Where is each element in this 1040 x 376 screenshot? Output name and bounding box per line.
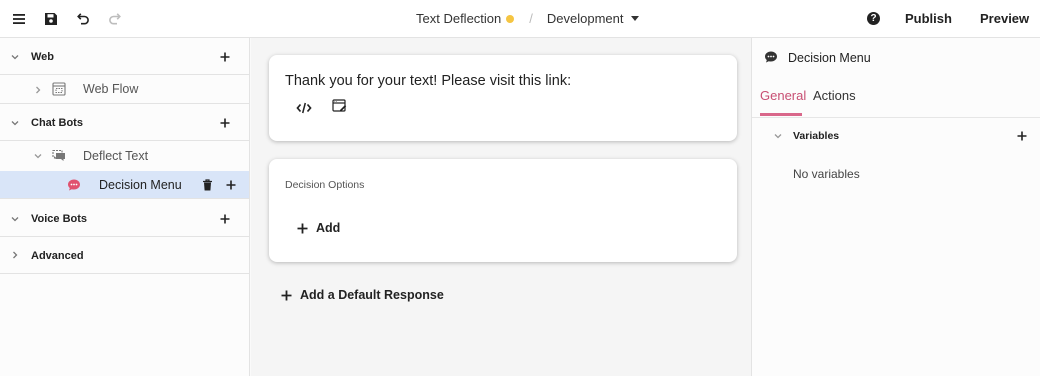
sidebar-group-voice-bots[interactable]: Voice Bots [0,200,249,237]
breadcrumb: Text Deflection / Development [416,11,639,26]
sidebar: Web Web Flow Chat Bots Deflect Text Deci… [0,38,250,376]
add-default-response-button[interactable]: Add a Default Response [281,288,444,302]
sidebar-group-label: Voice Bots [31,213,88,225]
decision-options-label: Decision Options [285,179,365,191]
divider [752,117,1040,118]
chevron-down-icon[interactable] [10,214,20,224]
decision-options-card: Decision Options Add [269,159,737,262]
save-icon[interactable] [42,10,60,28]
plus-icon [297,223,308,233]
flow-name[interactable]: Text Deflection [416,11,501,26]
tab-actions[interactable]: Actions [813,88,856,103]
tab-general[interactable]: General [760,88,806,103]
add-variable-icon[interactable] [1017,131,1027,141]
sidebar-item-web-flow[interactable]: Web Flow [0,75,249,104]
flow-canvas: Thank you for your text! Please visit th… [251,38,751,376]
variables-label: Variables [793,130,840,142]
sidebar-group-web[interactable]: Web [0,38,249,75]
panel-title: Decision Menu [788,51,871,65]
publish-button[interactable]: Publish [905,11,952,26]
chevron-down-icon[interactable] [33,151,43,161]
chevron-down-icon[interactable] [773,131,783,141]
sidebar-item-label: Deflect Text [83,149,149,163]
help-icon[interactable]: ? [867,12,880,25]
chevron-right-icon[interactable] [10,250,20,260]
unsaved-status-dot [506,14,515,23]
sidebar-item-label: Decision Menu [99,178,182,192]
sidebar-item-decision-menu[interactable]: Decision Menu [0,171,249,199]
add-icon[interactable] [220,214,230,224]
undo-icon[interactable] [74,10,92,28]
chevron-right-icon[interactable] [33,85,43,95]
preview-button[interactable]: Preview [980,11,1029,26]
message-card[interactable]: Thank you for your text! Please visit th… [269,55,737,141]
add-default-response-label: Add a Default Response [300,288,444,302]
sidebar-group-chat-bots[interactable]: Chat Bots [0,104,249,141]
add-option-label: Add [316,221,341,235]
flow-icon [52,82,66,96]
message-text[interactable]: Thank you for your text! Please visit th… [285,73,571,89]
code-icon[interactable] [296,101,312,115]
no-variables-text: No variables [793,167,860,181]
sidebar-item-deflect-text[interactable]: Deflect Text [0,141,249,171]
environment-selector[interactable]: Development [547,11,624,26]
sidebar-group-label: Chat Bots [31,117,83,129]
add-icon[interactable] [226,180,236,190]
chevron-down-icon[interactable] [10,52,20,62]
hamburger-icon[interactable] [10,10,28,28]
breadcrumb-separator: / [529,11,533,26]
sidebar-group-label: Advanced [31,250,84,262]
sidebar-item-label: Web Flow [83,82,139,96]
redo-icon[interactable] [106,10,124,28]
chevron-down-icon[interactable] [10,118,20,128]
add-option-button[interactable]: Add [297,221,340,235]
add-icon[interactable] [220,52,230,62]
add-icon[interactable] [220,118,230,128]
properties-panel: Decision Menu General Actions Variables … [751,38,1040,376]
trash-icon[interactable] [202,179,213,191]
sidebar-group-advanced[interactable]: Advanced [0,237,249,274]
chat-icon [765,51,777,63]
chevron-down-icon[interactable] [630,16,639,21]
chat-bot-icon [52,149,65,161]
web-link-icon[interactable] [332,99,347,113]
top-bar: Text Deflection / Development ? Publish … [0,0,1040,38]
active-tab-indicator [760,113,802,116]
decision-menu-icon [68,179,80,191]
plus-icon [281,290,292,300]
sidebar-group-label: Web [31,51,55,63]
